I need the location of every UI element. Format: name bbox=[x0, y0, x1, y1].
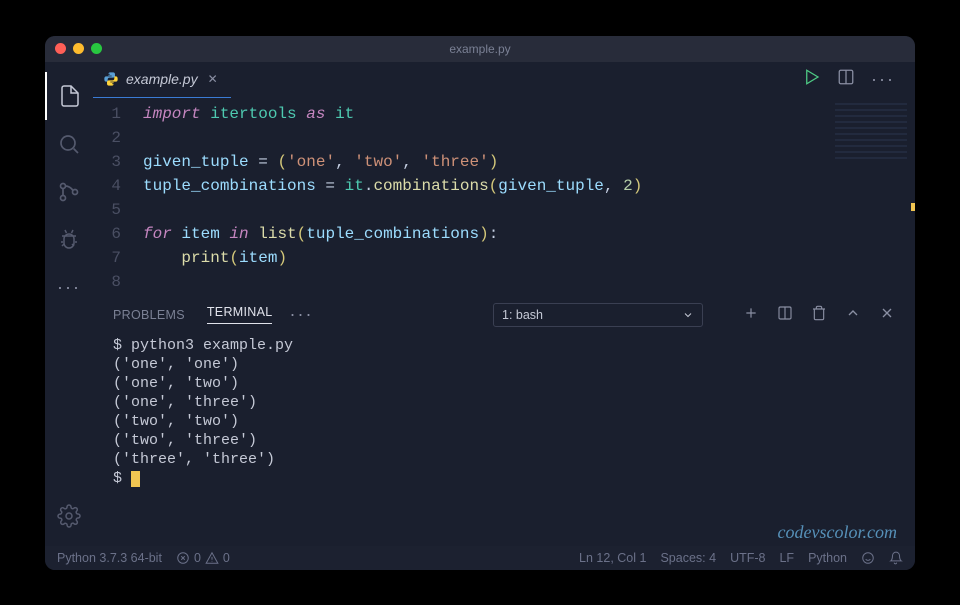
code-line[interactable]: 5 bbox=[93, 198, 915, 222]
chevron-down-icon bbox=[682, 309, 694, 321]
feedback-icon[interactable] bbox=[861, 551, 875, 565]
line-number: 1 bbox=[93, 102, 143, 126]
window-title: example.py bbox=[449, 42, 510, 56]
panel: PROBLEMS TERMINAL ··· 1: bash bbox=[93, 298, 915, 546]
line-number: 7 bbox=[93, 246, 143, 270]
tab-title: example.py bbox=[126, 71, 198, 87]
new-terminal-button[interactable] bbox=[743, 305, 759, 324]
panel-tab-terminal[interactable]: TERMINAL bbox=[207, 305, 273, 324]
status-bar: Python 3.7.3 64-bit 0 0 Ln 12, Col 1 Spa… bbox=[45, 546, 915, 570]
code-line[interactable]: 7 print(item) bbox=[93, 246, 915, 270]
line-number: 3 bbox=[93, 150, 143, 174]
more-icon[interactable]: ··· bbox=[45, 264, 93, 312]
code-line[interactable]: 4tuple_combinations = it.combinations(gi… bbox=[93, 174, 915, 198]
line-number: 6 bbox=[93, 222, 143, 246]
debug-icon[interactable] bbox=[45, 216, 93, 264]
status-eol[interactable]: LF bbox=[779, 551, 794, 565]
python-icon bbox=[103, 71, 119, 87]
status-language[interactable]: Python bbox=[808, 551, 847, 565]
panel-tab-problems[interactable]: PROBLEMS bbox=[113, 308, 185, 322]
code-editor[interactable]: 1import itertools as it23given_tuple = (… bbox=[93, 98, 915, 298]
split-editor-button[interactable] bbox=[837, 68, 855, 91]
titlebar[interactable]: example.py bbox=[45, 36, 915, 62]
code-line[interactable]: 6for item in list(tuple_combinations): bbox=[93, 222, 915, 246]
search-icon[interactable] bbox=[45, 120, 93, 168]
editor-window: example.py ··· example.py ✕ bbox=[45, 36, 915, 570]
status-encoding[interactable]: UTF-8 bbox=[730, 551, 765, 565]
status-interpreter[interactable]: Python 3.7.3 64-bit bbox=[57, 551, 162, 565]
code-line[interactable]: 3given_tuple = ('one', 'two', 'three') bbox=[93, 150, 915, 174]
kill-terminal-button[interactable] bbox=[811, 305, 827, 324]
explorer-icon[interactable] bbox=[45, 72, 93, 120]
status-cursor-pos[interactable]: Ln 12, Col 1 bbox=[579, 551, 646, 565]
code-line[interactable]: 1import itertools as it bbox=[93, 102, 915, 126]
terminal-selector-label: 1: bash bbox=[502, 308, 543, 322]
source-control-icon[interactable] bbox=[45, 168, 93, 216]
line-number: 8 bbox=[93, 270, 143, 294]
tab-example-py[interactable]: example.py ✕ bbox=[93, 62, 231, 98]
close-panel-button[interactable] bbox=[879, 305, 895, 324]
terminal-output[interactable]: $ python3 example.py ('one', 'one') ('on… bbox=[93, 332, 915, 546]
panel-more-tabs[interactable]: ··· bbox=[289, 304, 313, 325]
status-indentation[interactable]: Spaces: 4 bbox=[660, 551, 716, 565]
tab-bar: example.py ✕ ··· bbox=[93, 62, 915, 98]
split-terminal-button[interactable] bbox=[777, 305, 793, 324]
code-line[interactable]: 2 bbox=[93, 126, 915, 150]
activity-bar: ··· bbox=[45, 62, 93, 546]
close-tab-button[interactable]: ✕ bbox=[205, 71, 221, 87]
line-number: 2 bbox=[93, 126, 143, 150]
overview-marker bbox=[911, 203, 915, 211]
run-button[interactable] bbox=[803, 68, 821, 91]
settings-icon[interactable] bbox=[45, 492, 93, 540]
terminal-cursor bbox=[131, 471, 140, 487]
close-window-button[interactable] bbox=[55, 43, 66, 54]
line-number: 4 bbox=[93, 174, 143, 198]
code-line[interactable]: 8 bbox=[93, 270, 915, 294]
maximize-panel-button[interactable] bbox=[845, 305, 861, 324]
notifications-icon[interactable] bbox=[889, 551, 903, 565]
watermark: codevscolor.com bbox=[778, 523, 897, 542]
line-number: 5 bbox=[93, 198, 143, 222]
terminal-selector[interactable]: 1: bash bbox=[493, 303, 703, 327]
status-problems[interactable]: 0 0 bbox=[176, 551, 230, 565]
fullscreen-window-button[interactable] bbox=[91, 43, 102, 54]
minimize-window-button[interactable] bbox=[73, 43, 84, 54]
tab-more-actions[interactable]: ··· bbox=[871, 69, 895, 90]
minimap[interactable] bbox=[835, 103, 907, 163]
